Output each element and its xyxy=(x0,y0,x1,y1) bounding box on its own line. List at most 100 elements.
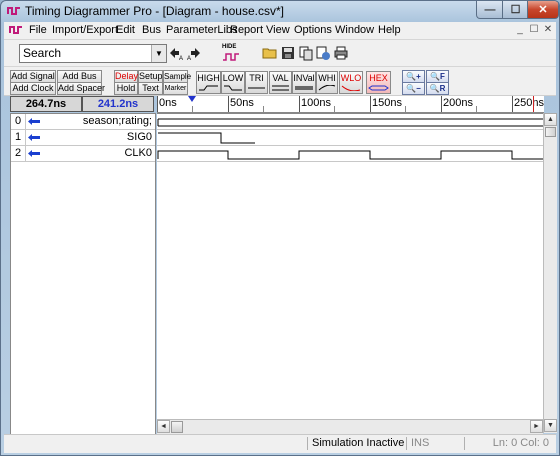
ruler-tick xyxy=(299,96,300,112)
vertical-scrollbar[interactable]: ▲ ▼ xyxy=(543,113,557,433)
delta-time-readout: 241.2ns xyxy=(82,96,154,112)
horizontal-scrollbar[interactable]: ◄ ► xyxy=(157,419,543,434)
end-marker-line xyxy=(533,96,534,112)
scroll-up-button[interactable]: ▲ xyxy=(544,113,557,126)
title-bar[interactable]: Timing Diagrammer Pro - [Diagram - house… xyxy=(1,1,559,21)
signal-index: 1 xyxy=(11,130,26,145)
menu-help[interactable]: Help xyxy=(378,24,401,36)
signal-arrow-icon[interactable] xyxy=(28,117,42,126)
waveform-svg xyxy=(157,118,543,162)
ruler-label-250: 250ns xyxy=(514,97,544,109)
signal-name[interactable]: season;rating; xyxy=(83,115,152,127)
time-cursor-marker[interactable] xyxy=(188,96,196,102)
maximize-button[interactable]: ☐ xyxy=(502,1,529,19)
svg-text:A: A xyxy=(187,56,191,61)
menu-view[interactable]: View xyxy=(266,24,290,36)
wave-season-rating xyxy=(157,118,543,127)
wave-val-button[interactable]: VAL xyxy=(269,71,292,94)
bus-wave-icon xyxy=(368,85,389,91)
hold-button[interactable]: Hold xyxy=(114,82,138,95)
ruler-label-50: 50ns xyxy=(230,97,254,109)
app-icon xyxy=(7,7,20,15)
menu-parameterlibs[interactable]: ParameterLibs xyxy=(166,24,238,36)
hex-label: HEX xyxy=(369,73,388,83)
signal-row[interactable]: 1 SIG0 xyxy=(11,130,155,146)
scroll-down-button[interactable]: ▼ xyxy=(544,419,557,432)
zoom-in-icon: 🔍 xyxy=(406,72,417,81)
mdi-minimize-button[interactable]: _ xyxy=(514,24,526,36)
time-ruler[interactable]: 0ns 50ns 100ns 150ns 200ns 250ns xyxy=(157,96,544,113)
marker-button[interactable]: Marker xyxy=(163,82,188,95)
wave-low-button[interactable]: LOW xyxy=(221,71,245,94)
close-button[interactable]: ✕ xyxy=(527,1,559,19)
signal-name[interactable]: CLK0 xyxy=(124,147,152,159)
high-wave-icon xyxy=(199,85,218,91)
export-icon[interactable] xyxy=(315,45,331,61)
menu-import-export[interactable]: Import/Export xyxy=(52,24,118,36)
wave-low-label: LOW xyxy=(222,73,244,83)
hide-icon xyxy=(223,53,239,61)
zoom-out-label: − xyxy=(416,84,421,93)
wave-sig0 xyxy=(158,132,255,144)
add-spacer-button[interactable]: Add Spacer xyxy=(57,82,105,95)
insert-mode-status: INS xyxy=(406,437,463,450)
vertical-scroll-thumb[interactable] xyxy=(545,127,556,137)
text-button[interactable]: Text xyxy=(138,82,163,95)
zoom-full-icon: 🔍 xyxy=(430,72,441,81)
menu-file[interactable]: File xyxy=(29,24,47,36)
ruler-tick xyxy=(228,96,229,112)
scroll-left-button[interactable]: ◄ xyxy=(157,420,170,433)
ruler-label-200: 200ns xyxy=(443,97,473,109)
scroll-right-button[interactable]: ► xyxy=(530,420,543,433)
menu-window[interactable]: Window xyxy=(335,24,374,36)
invalid-wave-icon xyxy=(295,86,313,90)
tristate-wave-icon xyxy=(248,87,265,89)
mdi-close-button[interactable]: ✕ xyxy=(542,24,554,36)
wave-whi-button[interactable]: WHI xyxy=(316,71,338,94)
wave-inval-button[interactable]: INVal xyxy=(292,71,316,94)
save-icon[interactable] xyxy=(280,45,296,61)
add-clock-button[interactable]: Add Clock xyxy=(10,82,56,95)
search-combobox[interactable]: Search ▼ xyxy=(19,44,167,63)
ruler-label-100: 100ns xyxy=(301,97,331,109)
waveform-canvas[interactable] xyxy=(157,113,543,420)
copy-icon[interactable] xyxy=(298,45,314,61)
menu-report[interactable]: Report xyxy=(230,24,263,36)
wave-whi-label: WHI xyxy=(318,73,336,83)
wave-inval-label: INVal xyxy=(293,73,315,83)
hide-button[interactable]: HIDE xyxy=(222,44,240,62)
ruler-label-0: 0ns xyxy=(159,97,177,109)
find-next-icon[interactable]: A xyxy=(186,45,202,61)
print-icon[interactable] xyxy=(333,45,349,61)
find-prev-icon[interactable]: A xyxy=(168,45,184,61)
zoom-region-button[interactable]: 🔍R xyxy=(426,82,449,95)
minimize-button[interactable]: — xyxy=(476,1,504,19)
wave-high-label: HIGH xyxy=(197,73,220,83)
menu-bus[interactable]: Bus xyxy=(142,24,161,36)
signal-arrow-icon[interactable] xyxy=(28,149,42,158)
document-icon[interactable] xyxy=(9,24,23,36)
wave-wlo-button[interactable]: WLO xyxy=(339,71,363,94)
valid-wave-icon xyxy=(272,85,289,91)
mdi-restore-button[interactable]: ☐ xyxy=(528,24,540,36)
zoom-out-button[interactable]: 🔍− xyxy=(402,82,425,95)
wave-tri-button[interactable]: TRI xyxy=(245,71,268,94)
ruler-tick xyxy=(370,96,371,112)
horizontal-scroll-thumb[interactable] xyxy=(171,421,183,433)
menu-options[interactable]: Options xyxy=(294,24,332,36)
signal-arrow-icon[interactable] xyxy=(28,133,42,142)
weak-high-wave-icon xyxy=(318,84,336,91)
window-title: Timing Diagrammer Pro - [Diagram - house… xyxy=(25,4,284,18)
search-input[interactable]: Search xyxy=(23,46,61,60)
chevron-down-icon[interactable]: ▼ xyxy=(151,45,166,62)
hex-button[interactable]: HEX xyxy=(366,71,391,94)
ruler-tick xyxy=(512,96,513,112)
open-folder-icon[interactable] xyxy=(262,45,278,61)
menu-edit[interactable]: Edit xyxy=(116,24,135,36)
signal-row[interactable]: 0 season;rating; xyxy=(11,114,155,130)
signal-row[interactable]: 2 CLK0 xyxy=(11,146,155,162)
ruler-tick xyxy=(441,96,442,112)
signal-name[interactable]: SIG0 xyxy=(127,131,152,143)
wave-high-button[interactable]: HIGH xyxy=(196,71,221,94)
low-wave-icon xyxy=(224,85,242,91)
